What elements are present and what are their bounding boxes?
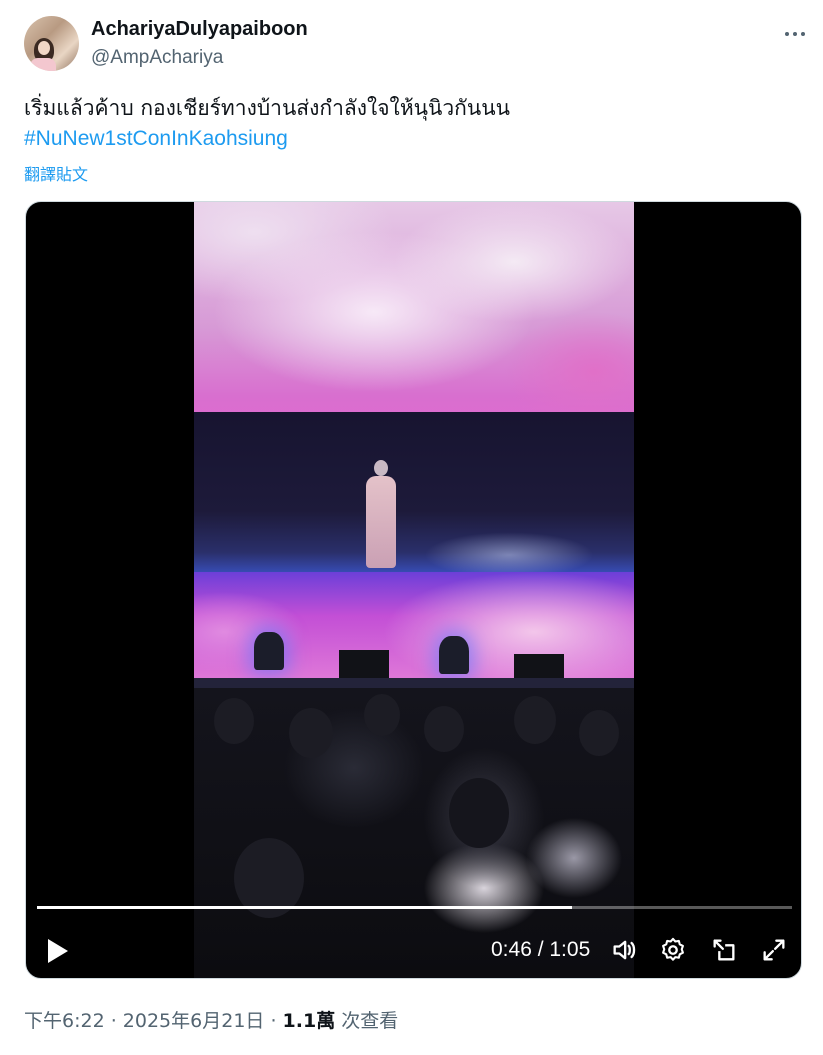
hashtag-link[interactable]: #NuNew1stConInKaohsiung	[24, 125, 288, 153]
more-options-icon[interactable]	[783, 22, 807, 46]
tweet-header: AchariyaDulyapaiboon @AmpAchariya	[24, 16, 807, 72]
video-player[interactable]: 0:46 / 1:05	[25, 201, 802, 979]
video-progress-bar[interactable]	[37, 906, 792, 909]
views-label: 次查看	[335, 1010, 399, 1032]
timestamp[interactable]: 下午6:22 · 2025年6月21日 ·	[24, 1010, 283, 1032]
performer	[362, 460, 398, 570]
user-handle[interactable]: @AmpAchariya	[91, 47, 223, 69]
tweet-meta: 下午6:22 · 2025年6月21日 · 1.1萬 次查看	[24, 1006, 398, 1033]
translate-post-link[interactable]: 翻譯貼文	[24, 161, 88, 185]
avatar[interactable]	[24, 16, 79, 71]
tweet-text: เริ่มแล้วค้าบ กองเชียร์ทางบ้านส่งกำลังใจ…	[24, 96, 510, 120]
settings-icon[interactable]	[659, 936, 687, 964]
play-icon[interactable]	[44, 937, 70, 963]
video-progress-fill	[37, 906, 572, 909]
video-time: 0:46 / 1:05	[491, 938, 591, 961]
volume-icon[interactable]	[610, 936, 638, 964]
views-count: 1.1萬	[282, 1010, 336, 1032]
picture-in-picture-icon[interactable]	[710, 936, 738, 964]
display-name[interactable]: AchariyaDulyapaiboon	[91, 18, 308, 41]
fullscreen-icon[interactable]	[760, 936, 788, 964]
video-frame	[194, 202, 634, 978]
